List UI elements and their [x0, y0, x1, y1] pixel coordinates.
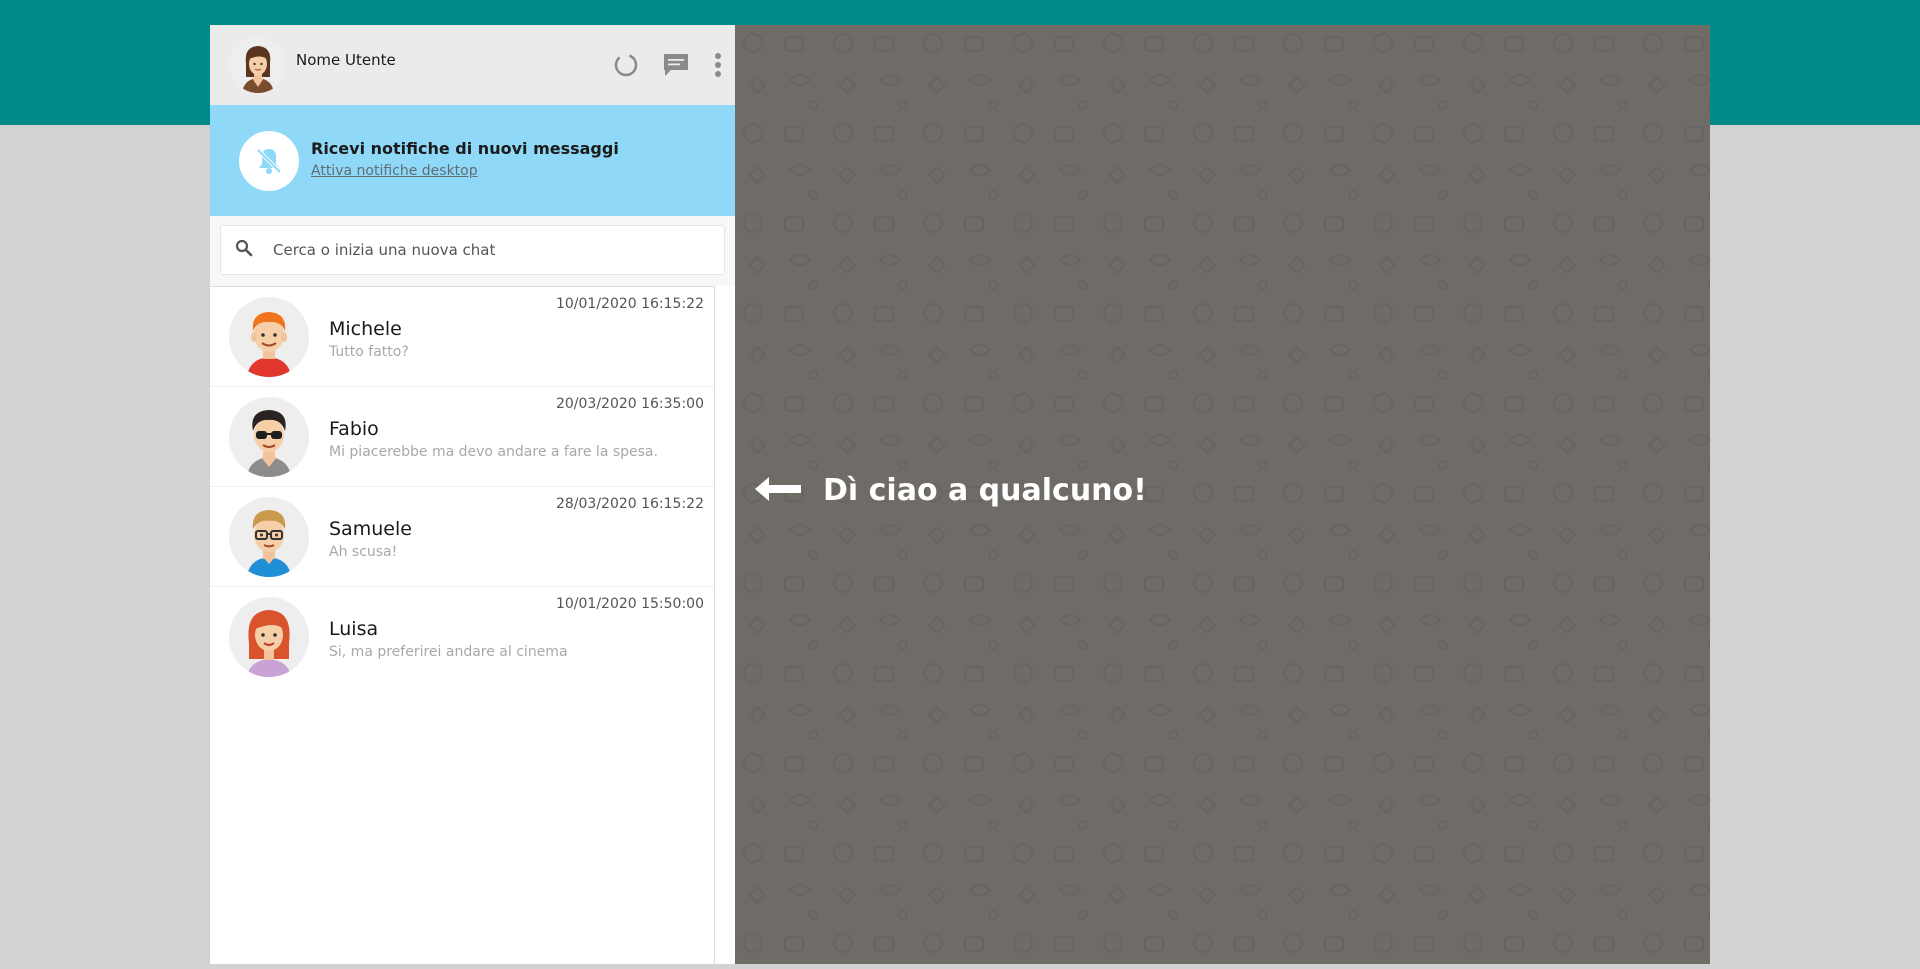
notification-title: Ricevi notifiche di nuovi messaggi — [311, 138, 619, 158]
hello-message: Dì ciao a qualcuno! — [755, 473, 1147, 508]
chat-item-samuele[interactable]: Samuele Ah scusa! 28/03/2020 16:15:22 — [210, 487, 714, 587]
arrow-left-icon — [755, 475, 803, 507]
search-input[interactable] — [271, 240, 675, 260]
chat-name: Luisa — [329, 618, 379, 640]
chat-body: Samuele Ah scusa! — [329, 518, 412, 560]
search-icon — [235, 239, 253, 261]
avatar — [229, 396, 309, 477]
enable-notifications-link[interactable]: Attiva notifiche desktop — [311, 163, 619, 179]
chat-body: Fabio Mi piacerebbe ma devo andare a far… — [329, 418, 658, 460]
search-box[interactable] — [220, 225, 725, 275]
chat-body: Michele Tutto fatto? — [329, 318, 409, 360]
chat-time: 10/01/2020 15:50:00 — [555, 596, 704, 612]
app-window: Nome Utente Ricevi notifiche di nuovi me… — [210, 25, 1710, 964]
chat-name: Michele — [329, 317, 402, 340]
chat-item-michele[interactable]: Michele Tutto fatto? 10/01/2020 16:15:22 — [210, 287, 714, 387]
sidebar: Nome Utente Ricevi notifiche di nuovi me… — [210, 25, 735, 964]
search-area — [210, 216, 735, 286]
chat-name: Samuele — [329, 517, 412, 540]
chat-name: Fabio — [329, 417, 379, 440]
avatar — [229, 597, 309, 677]
chat-preview: Tutto fatto? — [329, 343, 409, 360]
chat-time: 28/03/2020 16:15:22 — [555, 496, 704, 512]
sidebar-header: Nome Utente — [210, 25, 735, 105]
user-name: Nome Utente — [296, 51, 396, 69]
notification-text: Ricevi notifiche di nuovi messaggi Attiv… — [311, 139, 619, 179]
main-panel: Dì ciao a qualcuno! — [735, 25, 1710, 964]
chat-item-luisa[interactable]: Luisa Si, ma preferirei andare al cinema… — [210, 587, 714, 687]
user-avatar-image — [230, 37, 286, 93]
user-avatar[interactable] — [230, 37, 286, 93]
bell-off-icon — [239, 130, 299, 191]
chat-preview: Ah scusa! — [329, 543, 398, 560]
menu-icon[interactable] — [711, 50, 725, 80]
header-actions — [611, 50, 725, 80]
chat-time: 10/01/2020 16:15:22 — [555, 296, 704, 312]
status-icon[interactable] — [611, 50, 641, 80]
chat-body: Luisa Si, ma preferirei andare al cinema — [329, 618, 568, 660]
avatar — [229, 496, 309, 577]
chat-list: Michele Tutto fatto? 10/01/2020 16:15:22 — [210, 286, 715, 964]
hello-text: Dì ciao a qualcuno! — [823, 473, 1147, 508]
notification-banner: Ricevi notifiche di nuovi messaggi Attiv… — [210, 105, 735, 216]
chat-time: 20/03/2020 16:35:00 — [555, 396, 704, 412]
avatar — [229, 296, 309, 377]
new-chat-icon[interactable] — [661, 50, 691, 80]
chat-preview: Si, ma preferirei andare al cinema — [329, 644, 568, 660]
chat-preview: Mi piacerebbe ma devo andare a fare la s… — [329, 443, 658, 460]
chat-item-fabio[interactable]: Fabio Mi piacerebbe ma devo andare a far… — [210, 387, 714, 487]
